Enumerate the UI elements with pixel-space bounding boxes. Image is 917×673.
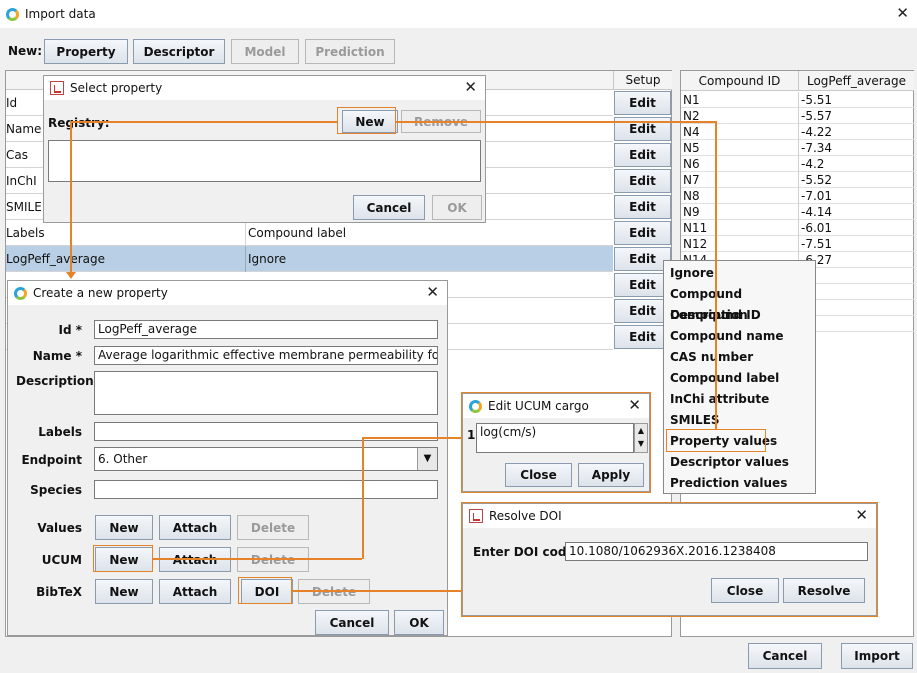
create-cancel-button[interactable]: Cancel <box>315 610 389 635</box>
logpeff-cell: -5.52 <box>801 173 833 187</box>
app-logo-icon <box>14 286 27 300</box>
menu-item-compound-name[interactable]: Compound name <box>664 326 815 347</box>
compound-id-cell: N4 <box>683 125 700 139</box>
highlight-ucum-dialog <box>461 392 651 493</box>
edit-button[interactable]: Edit <box>614 143 671 167</box>
species-label: Species <box>30 483 82 497</box>
name-label: Name * <box>32 349 82 363</box>
main-titlebar: Import data ✕ <box>0 0 917 28</box>
menu-item-compound-label[interactable]: Compound label <box>664 368 815 389</box>
highlight-registry-new <box>337 107 396 134</box>
chevron-down-icon[interactable]: ▼ <box>417 448 437 470</box>
new-prediction-button[interactable]: Prediction <box>305 39 395 64</box>
bibtex-attach-button[interactable]: Attach <box>159 579 231 604</box>
new-label: New: <box>8 44 43 58</box>
cancel-button[interactable]: Cancel <box>748 643 822 669</box>
ucum-label: UCUM <box>41 553 82 567</box>
select-cancel-button[interactable]: Cancel <box>353 195 425 220</box>
values-label: Values <box>37 521 82 535</box>
endpoint-select[interactable]: 6. Other ▼ <box>94 447 438 471</box>
close-icon[interactable]: ✕ <box>426 284 439 300</box>
compound-id-cell: N11 <box>683 221 708 235</box>
name-field[interactable]: Average logarithmic effective membrane p… <box>94 346 438 365</box>
java-icon <box>50 81 64 95</box>
logpeff-cell: -6.01 <box>801 221 833 235</box>
compound-id-cell: N1 <box>683 93 700 107</box>
logpeff-cell: -5.57 <box>801 109 833 123</box>
new-model-button[interactable]: Model <box>231 39 299 64</box>
id-field[interactable]: LogPeff_average <box>94 320 438 339</box>
select-property-titlebar: Select property ✕ <box>44 76 485 100</box>
bibtex-label: BibTeX <box>36 585 82 599</box>
compound-id-cell: N7 <box>683 173 700 187</box>
endpoint-label: Endpoint <box>21 453 82 467</box>
menu-item-compound-id[interactable]: Compound ID <box>664 305 815 326</box>
setup-header: Setup <box>613 71 672 90</box>
menu-item-prediction-values[interactable]: Prediction values <box>664 473 815 494</box>
logpeff-cell: -7.34 <box>801 141 833 155</box>
column-type-menu: Ignore Compound Description Compound ID … <box>663 260 816 494</box>
app-logo-icon <box>6 7 19 21</box>
menu-item-descriptor-values[interactable]: Descriptor values <box>664 452 815 473</box>
highlight-doi-dialog <box>461 502 878 617</box>
logpeff-cell: -4.2 <box>801 157 825 171</box>
table-row-selected[interactable]: LogPeff_average Ignore <box>6 246 613 272</box>
create-ok-button[interactable]: OK <box>394 610 444 635</box>
compound-id-cell: N8 <box>683 189 700 203</box>
new-property-button[interactable]: Property <box>44 39 128 64</box>
registry-label: Registry: <box>48 116 110 130</box>
edit-button[interactable]: Edit <box>614 91 671 115</box>
menu-item-ignore[interactable]: Ignore <box>664 263 815 284</box>
import-button[interactable]: Import <box>841 643 913 669</box>
edit-button[interactable]: Edit <box>614 169 671 193</box>
highlight-ucum-new <box>93 545 153 572</box>
logpeff-cell: -7.51 <box>801 237 833 251</box>
edit-button[interactable]: Edit <box>614 195 671 219</box>
values-delete-button[interactable]: Delete <box>237 515 309 540</box>
logpeff-header[interactable]: LogPeff_average <box>799 71 914 91</box>
select-ok-button[interactable]: OK <box>432 195 482 220</box>
description-field[interactable] <box>94 371 438 415</box>
close-icon[interactable]: ✕ <box>896 5 909 21</box>
ucum-attach-button[interactable]: Attach <box>159 547 231 572</box>
labels-label: Labels <box>38 425 82 439</box>
compound-id-cell: N9 <box>683 205 700 219</box>
create-property-dialog: Create a new property ✕ Id * LogPeff_ave… <box>7 280 448 636</box>
highlight-property-values <box>666 429 766 452</box>
menu-item-compound-description[interactable]: Compound Description <box>664 284 815 322</box>
ucum-delete-button[interactable]: Delete <box>237 547 309 572</box>
id-label: Id * <box>58 323 82 337</box>
compound-id-cell: N6 <box>683 157 700 171</box>
menu-item-smiles[interactable]: SMILES <box>664 410 815 431</box>
close-icon[interactable]: ✕ <box>464 79 477 95</box>
values-new-button[interactable]: New <box>95 515 153 540</box>
description-label: Description <box>16 374 94 388</box>
highlight-doi <box>238 577 292 604</box>
logpeff-cell: -5.51 <box>801 93 833 107</box>
compound-row[interactable]: N1 -5.51 <box>681 92 914 108</box>
edit-button[interactable]: Edit <box>614 221 671 245</box>
arrow-down-icon <box>66 272 76 279</box>
select-property-dialog: Select property ✕ Registry: New Remove C… <box>43 75 486 223</box>
compound-id-header[interactable]: Compound ID <box>681 71 799 91</box>
menu-item-inchi-attribute[interactable]: InChi attribute <box>664 389 815 410</box>
menu-item-cas-number[interactable]: CAS number <box>664 347 815 368</box>
new-descriptor-button[interactable]: Descriptor <box>133 39 225 64</box>
compound-id-cell: N12 <box>683 237 708 251</box>
registry-list[interactable] <box>48 140 481 182</box>
species-field[interactable] <box>94 480 438 499</box>
logpeff-cell: -4.14 <box>801 205 833 219</box>
logpeff-cell: -4.22 <box>801 125 833 139</box>
table-row[interactable]: Labels Compound label <box>6 220 613 246</box>
compound-id-cell: N5 <box>683 141 700 155</box>
bibtex-delete-button[interactable]: Delete <box>298 579 370 604</box>
values-attach-button[interactable]: Attach <box>159 515 231 540</box>
window-title: Import data <box>25 7 96 21</box>
create-property-titlebar: Create a new property ✕ <box>8 281 447 305</box>
bibtex-new-button[interactable]: New <box>95 579 153 604</box>
logpeff-cell: -7.01 <box>801 189 833 203</box>
